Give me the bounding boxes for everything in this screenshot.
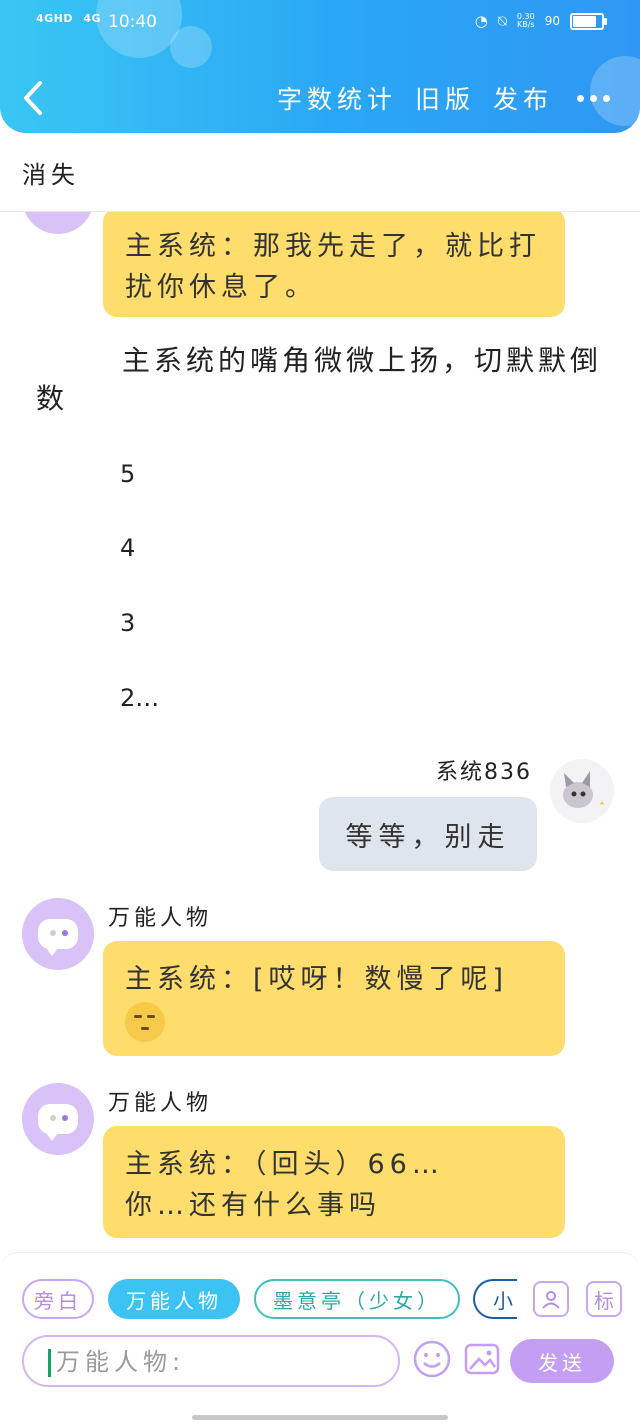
chat-area[interactable]: 主系统：那我先走了，就比打扰你休息了。 主系统的嘴角微微上扬，切默默倒数 5 4… (0, 212, 640, 1252)
countdown-line: 2… (120, 684, 160, 712)
message-line: 主系统：（回头）66… (125, 1149, 444, 1180)
picture-glyph-icon (464, 1343, 500, 1375)
smirk-emoji-icon (125, 1001, 165, 1042)
sender-name: 万能人物 (108, 906, 213, 931)
role-chip-universal[interactable]: 万能人物 (108, 1279, 240, 1319)
countdown-line: 5 (120, 460, 136, 488)
image-icon[interactable] (462, 1339, 502, 1379)
publish-button[interactable]: 发布 (493, 80, 553, 116)
message-text: 主系统：[哎呀！数慢了呢] (125, 964, 509, 995)
story-title-bar: 消失 (0, 133, 640, 212)
message-bubble[interactable]: 主系统：那我先走了，就比打扰你休息了。 (103, 212, 565, 317)
cat-avatar-icon (563, 771, 604, 808)
role-chip-character[interactable]: 墨意亭（少女） (254, 1279, 460, 1319)
battery-icon (570, 12, 607, 30)
story-title[interactable]: 消失 (22, 155, 80, 190)
self-avatar[interactable] (550, 759, 614, 823)
mute-icon: ⍉ (497, 12, 507, 30)
text-caret (48, 1349, 51, 1377)
message-line: 你…还有什么事吗 (125, 1190, 381, 1221)
home-indicator[interactable] (192, 1415, 448, 1420)
header-actions: 字数统计 旧版 发布 (259, 80, 610, 116)
signal-4ghd: 4GHD (36, 12, 74, 25)
avatar (22, 212, 94, 234)
status-right: ◔ ⍉ 0.30 KB/s 90 (474, 12, 607, 30)
tag-button[interactable]: 标 (586, 1281, 622, 1317)
countdown-line: 4 (120, 534, 136, 562)
narration-text[interactable]: 主系统的嘴角微微上扬，切默默倒数 (36, 342, 606, 418)
composer-bar: 旁白 万能人物 墨意亭（少女） 小 标 发送 (0, 1252, 640, 1423)
message-input[interactable] (54, 1343, 388, 1381)
clock: 10:40 (108, 12, 157, 32)
emoji-icon[interactable] (412, 1339, 452, 1379)
back-button[interactable] (22, 80, 52, 116)
net-speed-unit: KB/s (517, 20, 535, 29)
more-icon[interactable] (577, 94, 610, 102)
character-avatar[interactable] (22, 898, 94, 970)
back-icon (24, 81, 42, 115)
signal-indicators: 4GHD 4G (36, 12, 107, 25)
countdown-line: 3 (120, 609, 136, 637)
signal-4g: 4G (83, 12, 102, 25)
role-chip-narration[interactable]: 旁白 (22, 1279, 94, 1319)
avatar-settings-icon[interactable] (533, 1281, 569, 1317)
alarm-icon: ◔ (474, 12, 488, 30)
battery-fill (573, 15, 597, 27)
person-glyph-icon (542, 1291, 560, 1309)
battery-percent: 90 (544, 14, 560, 28)
self-sender-name: 系统836 (436, 760, 532, 785)
net-speed: 0.30 KB/s (517, 13, 535, 29)
self-message-bubble[interactable]: 等等，别走 (319, 797, 537, 871)
message-bubble[interactable]: 主系统：（回头）66… 你…还有什么事吗 (103, 1126, 565, 1238)
sender-name: 万能人物 (108, 1091, 213, 1116)
app-header: 4GHD 4G 10:40 ◔ ⍉ 0.30 KB/s 90 字数统计 旧版 发… (0, 0, 640, 133)
status-bar: 4GHD 4G 10:40 ◔ ⍉ 0.30 KB/s 90 (0, 0, 640, 44)
smiley-glyph-icon (413, 1340, 451, 1378)
character-avatar[interactable] (22, 1083, 94, 1155)
send-button[interactable]: 发送 (510, 1339, 614, 1383)
message-bubble[interactable]: 主系统：[哎呀！数慢了呢] (103, 941, 565, 1056)
message-input-box[interactable] (22, 1335, 400, 1387)
old-version-button[interactable]: 旧版 (415, 80, 475, 116)
word-count-button[interactable]: 字数统计 (277, 80, 397, 116)
role-chip-partial[interactable]: 小 (473, 1279, 517, 1319)
